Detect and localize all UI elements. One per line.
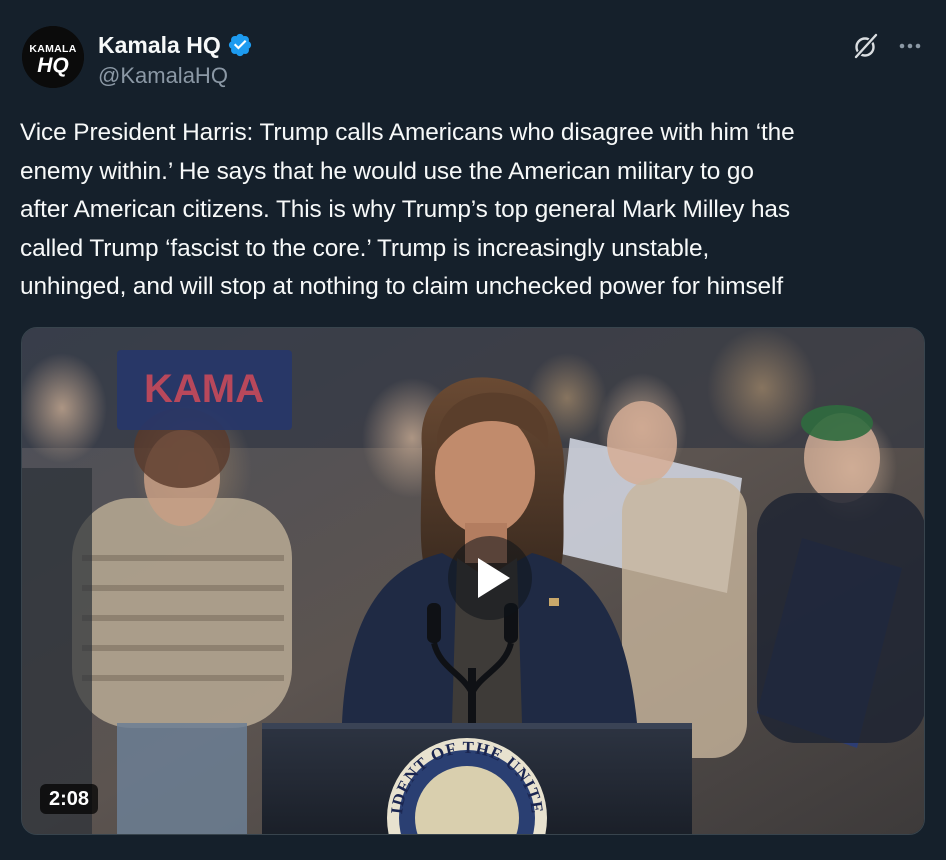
video-player[interactable]: KAMA IDENT OF THE UNITE 2:08 [21, 327, 925, 835]
tweet-card: KAMALA HQ Kamala HQ @KamalaHQ Vice Presi… [0, 0, 946, 860]
play-icon [478, 558, 510, 598]
crowd-sign-text: KAMA [144, 367, 264, 411]
svg-text:HQ: HQ [37, 54, 69, 77]
verified-badge-icon[interactable] [227, 32, 253, 58]
header-actions [852, 32, 924, 60]
display-name[interactable]: Kamala HQ [98, 32, 221, 59]
grok-icon[interactable] [852, 32, 880, 60]
tweet-text: Vice President Harris: Trump calls Ameri… [20, 119, 795, 300]
author-handle[interactable]: @KamalaHQ [98, 63, 253, 89]
tweet-header: KAMALA HQ Kamala HQ @KamalaHQ [22, 26, 924, 96]
author-names: Kamala HQ @KamalaHQ [98, 31, 253, 89]
play-button[interactable] [448, 536, 532, 620]
kamala-hq-logo: KAMALA HQ [22, 26, 84, 88]
avatar[interactable]: KAMALA HQ [22, 26, 84, 88]
video-duration: 2:08 [40, 784, 99, 814]
more-options-icon[interactable] [896, 32, 924, 60]
